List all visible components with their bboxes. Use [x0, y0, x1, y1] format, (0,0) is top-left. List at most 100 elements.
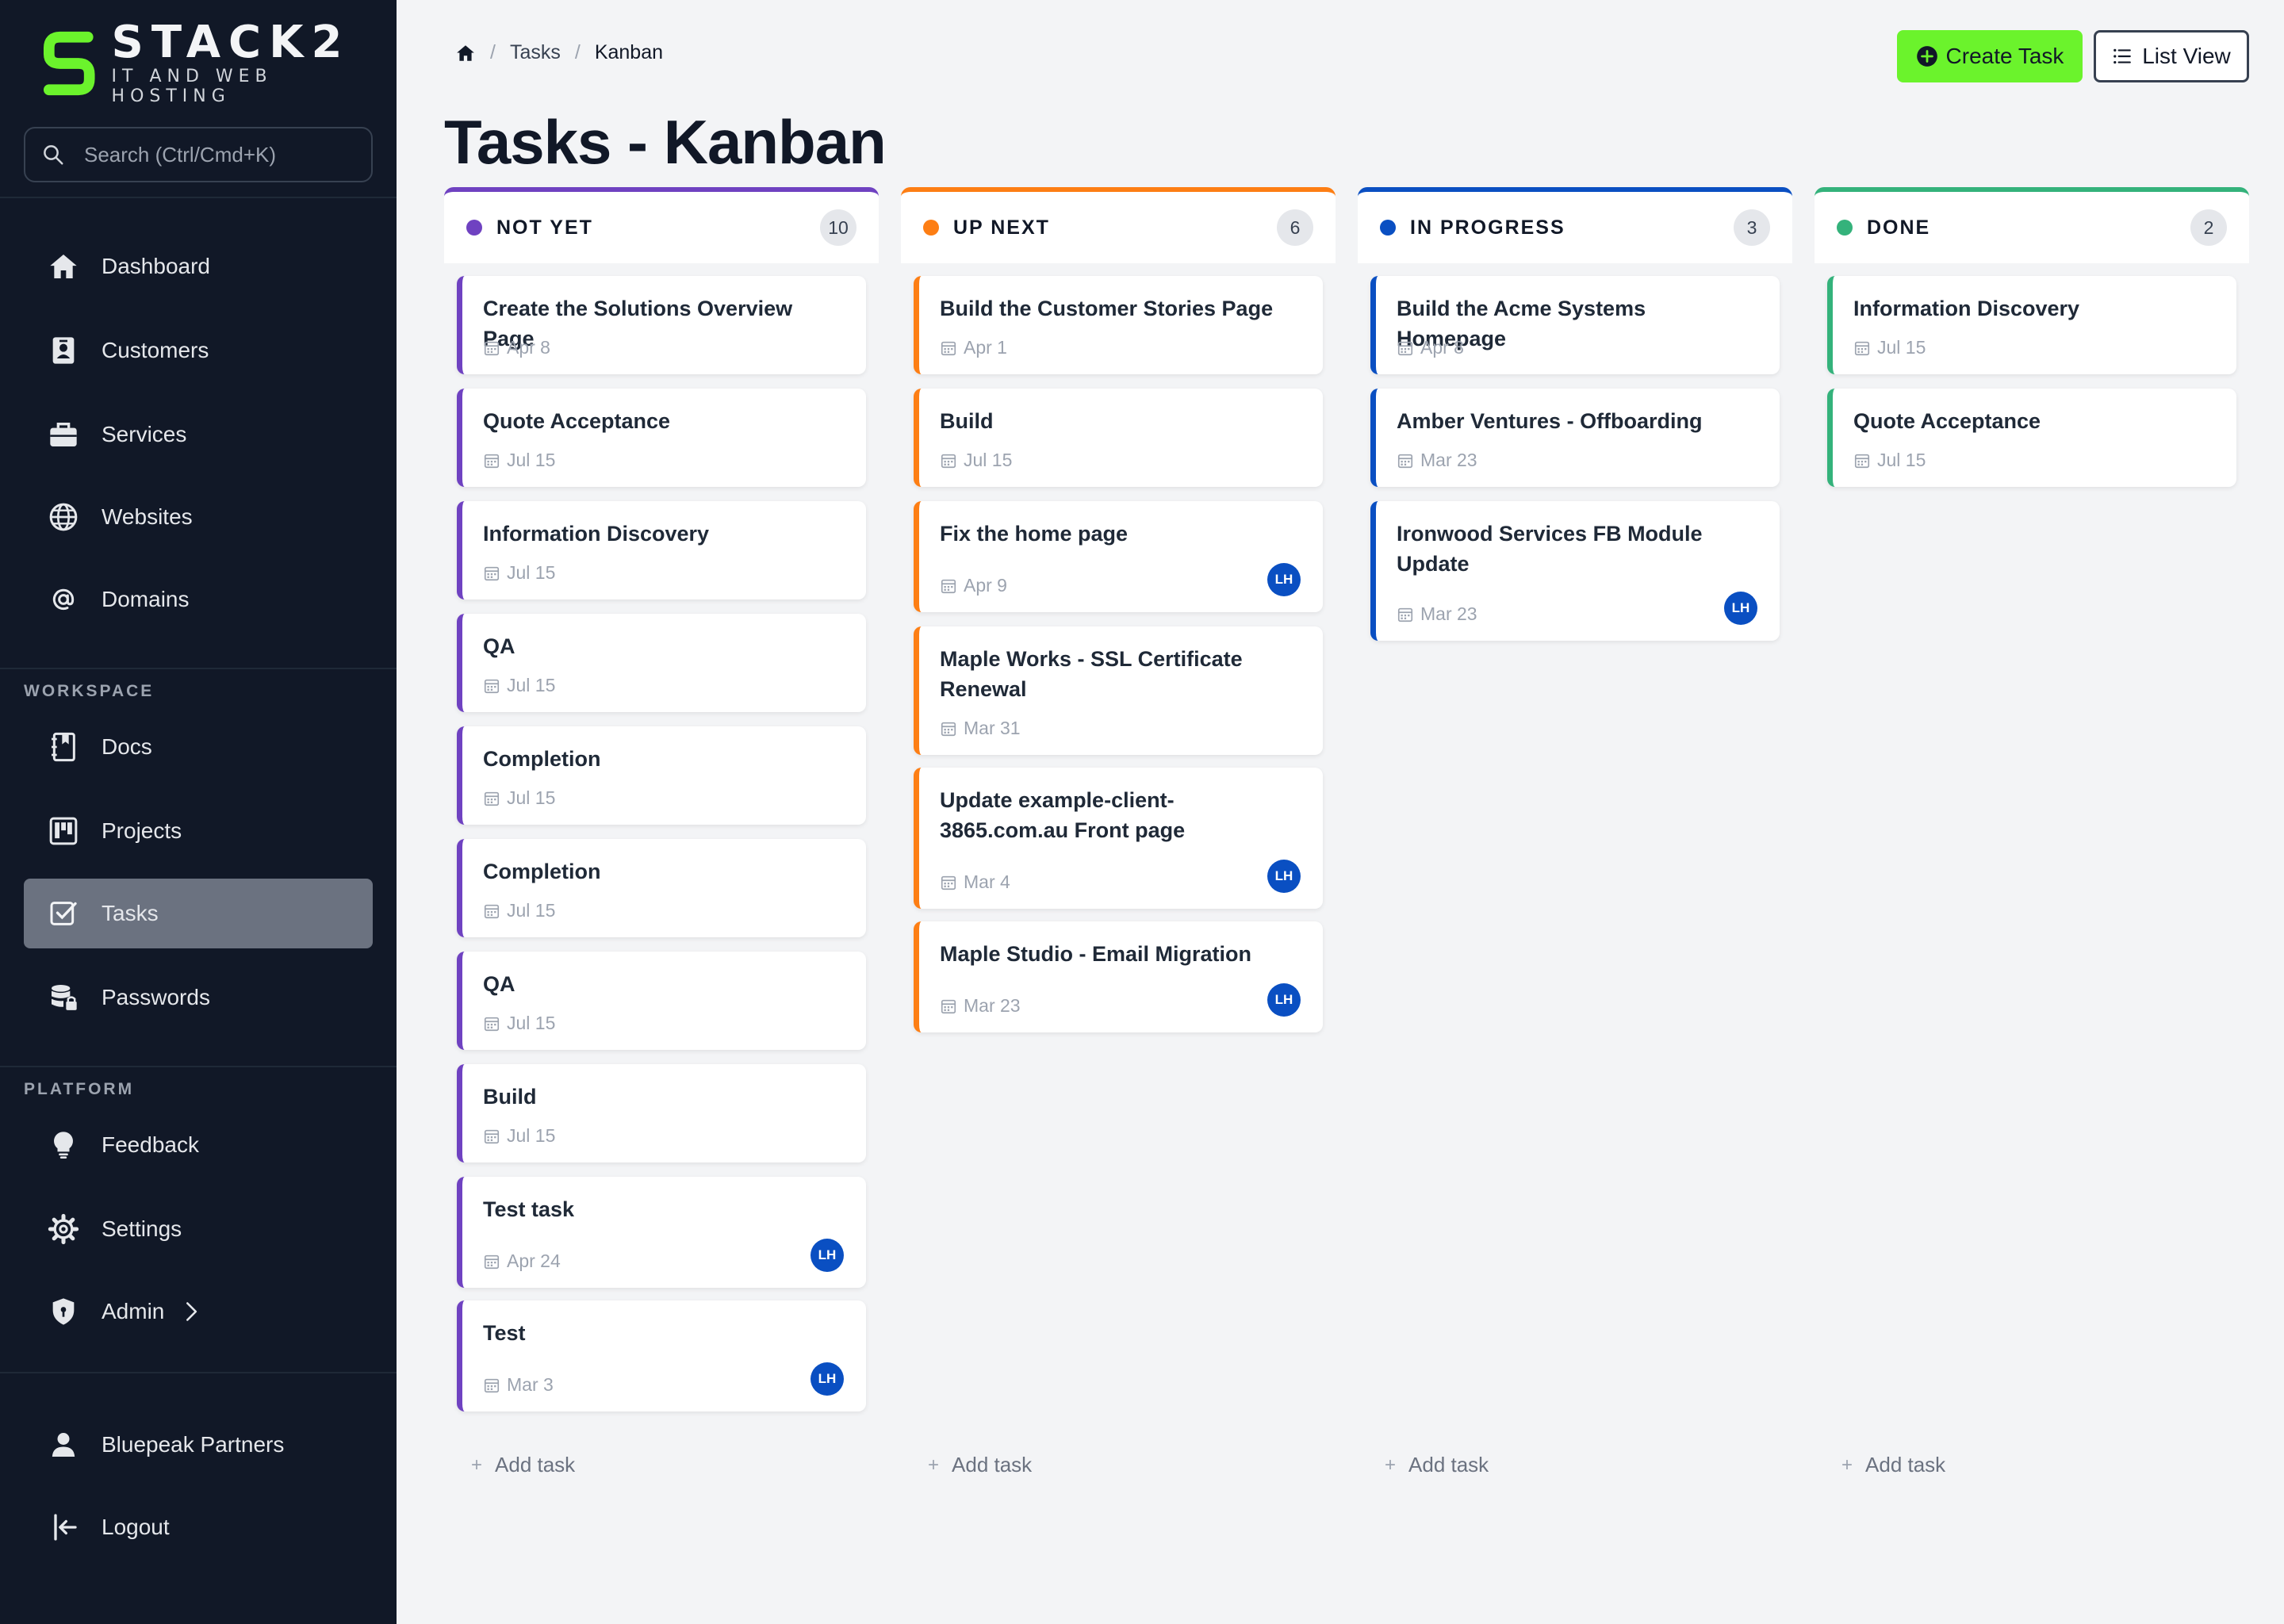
task-date-text: Jul 15 — [507, 562, 556, 583]
column-header: DONE 2 — [1815, 187, 2249, 263]
sidebar-item-label: Dashboard — [102, 254, 210, 278]
column-count-badge: 3 — [1734, 209, 1770, 246]
assignee-avatar[interactable]: LH — [1267, 563, 1301, 596]
task-due-date: Apr 8 — [483, 337, 550, 358]
task-due-date: Jul 15 — [483, 1013, 555, 1034]
assignee-avatar[interactable]: LH — [1267, 860, 1301, 893]
assignee-avatar[interactable]: LH — [1724, 592, 1757, 625]
sidebar-item-label: Passwords — [102, 985, 210, 1009]
task-card[interactable]: QA Jul 15 — [457, 614, 866, 712]
brand-logo[interactable]: STACK2 IT AND WEB HOSTING — [43, 21, 397, 106]
task-date-text: Mar 4 — [964, 871, 1010, 892]
task-card[interactable]: Ironwood Services FB Module Update Mar 2… — [1370, 501, 1780, 641]
breadcrumb: / Tasks / Kanban — [455, 41, 663, 64]
assignee-avatar[interactable]: LH — [811, 1239, 844, 1272]
calendar-icon — [1397, 341, 1413, 355]
task-card[interactable]: QA Jul 15 — [457, 952, 866, 1050]
gear-icon — [48, 1213, 79, 1245]
assignee-avatar[interactable]: LH — [1267, 983, 1301, 1017]
sidebar-item-account[interactable]: Bluepeak Partners — [24, 1410, 373, 1480]
list-icon — [2113, 48, 2132, 64]
task-title: Completion — [483, 860, 601, 883]
kanban-column-done: DONE 2 Information Discovery Jul 15 Quot… — [1815, 187, 2249, 487]
task-date-text: Jul 15 — [964, 450, 1013, 470]
column-header: IN PROGRESS 3 — [1358, 187, 1792, 263]
task-due-date: Apr 8 — [1397, 337, 1464, 358]
task-card[interactable]: Update example-client-3865.com.au Front … — [914, 768, 1323, 909]
sidebar-item-admin[interactable]: Admin — [24, 1277, 373, 1346]
task-card[interactable]: Maple Works - SSL Certificate Renewal Ma… — [914, 626, 1323, 755]
task-card[interactable]: Build the Acme Systems Homepage Apr 8 — [1370, 276, 1780, 374]
task-card[interactable]: Test Mar 3 LH — [457, 1300, 866, 1411]
column-title: NOT YET — [496, 216, 593, 239]
sidebar-item-label: Logout — [102, 1515, 170, 1539]
kanban-column-up-next: UP NEXT 6 Build the Customer Stories Pag… — [901, 187, 1336, 1032]
task-card[interactable]: Build the Customer Stories Page Apr 1 — [914, 276, 1323, 374]
task-due-date: Apr 24 — [483, 1251, 561, 1272]
sidebar-item-domains[interactable]: Domains — [24, 565, 373, 634]
task-card[interactable]: Fix the home page Apr 9 LH — [914, 501, 1323, 612]
calendar-icon — [941, 875, 956, 890]
calendar-icon — [484, 1378, 500, 1392]
task-title: Maple Studio - Email Migration — [940, 942, 1252, 966]
sidebar-item-docs[interactable]: Docs — [24, 712, 373, 782]
sidebar-item-websites[interactable]: Websites — [24, 482, 373, 552]
task-card[interactable]: Build Jul 15 — [914, 389, 1323, 487]
task-card[interactable]: Build Jul 15 — [457, 1064, 866, 1162]
task-date-text: Mar 31 — [964, 718, 1021, 738]
sidebar-item-services[interactable]: Services — [24, 400, 373, 469]
task-card[interactable]: Maple Studio - Email Migration Mar 23 LH — [914, 921, 1323, 1032]
add-task-label: Add task — [1408, 1453, 1489, 1477]
task-card[interactable]: Completion Jul 15 — [457, 839, 866, 937]
sidebar-item-customers[interactable]: Customers — [24, 316, 373, 385]
task-date-text: Apr 1 — [964, 337, 1007, 358]
task-card[interactable]: Create the Solutions Overview Page Apr 8 — [457, 276, 866, 374]
home-icon[interactable] — [455, 43, 476, 63]
sidebar-divider — [0, 1066, 397, 1067]
sidebar-item-projects[interactable]: Projects — [24, 796, 373, 866]
sidebar-item-label: Feedback — [102, 1132, 199, 1157]
plus-circle-icon — [1916, 46, 1937, 67]
task-due-date: Mar 31 — [940, 718, 1021, 739]
sidebar-item-tasks[interactable]: Tasks — [24, 879, 373, 948]
sidebar-item-feedback[interactable]: Feedback — [24, 1110, 373, 1180]
task-due-date: Jul 15 — [483, 675, 555, 696]
task-card[interactable]: Quote Acceptance Jul 15 — [1827, 389, 2236, 487]
sidebar-item-dashboard[interactable]: Dashboard — [24, 232, 373, 301]
column-count-badge: 10 — [820, 209, 856, 246]
task-title: Quote Acceptance — [483, 409, 671, 433]
plus-icon: + — [471, 1454, 483, 1476]
column-header: UP NEXT 6 — [901, 187, 1336, 263]
column-title: UP NEXT — [953, 216, 1050, 239]
add-task-button-in-progress[interactable]: + Add task — [1385, 1453, 1489, 1477]
add-task-button-done[interactable]: + Add task — [1841, 1453, 1945, 1477]
task-card[interactable]: Completion Jul 15 — [457, 726, 866, 825]
task-card[interactable]: Information Discovery Jul 15 — [457, 501, 866, 599]
task-due-date: Mar 3 — [483, 1374, 554, 1396]
sidebar-item-settings[interactable]: Settings — [24, 1194, 373, 1264]
task-card[interactable]: Information Discovery Jul 15 — [1827, 276, 2236, 374]
assignee-avatar[interactable]: LH — [811, 1362, 844, 1396]
calendar-icon — [941, 454, 956, 468]
sidebar-item-logout[interactable]: Logout — [24, 1492, 373, 1562]
task-title: QA — [483, 972, 515, 996]
create-task-button[interactable]: Create Task — [1897, 30, 2083, 82]
section-label-workspace: WORKSPACE — [24, 682, 155, 700]
sidebar-item-passwords[interactable]: Passwords — [24, 963, 373, 1032]
add-task-button-not-yet[interactable]: + Add task — [471, 1453, 575, 1477]
add-task-button-up-next[interactable]: + Add task — [928, 1453, 1032, 1477]
task-card[interactable]: Test task Apr 24 LH — [457, 1177, 866, 1288]
task-date-text: Mar 23 — [964, 995, 1021, 1016]
breadcrumb-tasks-link[interactable]: Tasks — [510, 41, 561, 64]
calendar-icon — [941, 341, 956, 355]
task-card[interactable]: Quote Acceptance Jul 15 — [457, 389, 866, 487]
search-input[interactable]: Search (Ctrl/Cmd+K) — [24, 127, 373, 182]
sidebar-item-label: Services — [102, 422, 187, 446]
task-card[interactable]: Amber Ventures - Offboarding Mar 23 — [1370, 389, 1780, 487]
list-view-button[interactable]: List View — [2094, 30, 2249, 82]
status-dot — [1380, 220, 1396, 236]
task-title: Build — [483, 1085, 537, 1109]
at-sign-icon — [52, 588, 75, 611]
calendar-icon — [941, 722, 956, 736]
database-lock-icon — [52, 985, 77, 1010]
